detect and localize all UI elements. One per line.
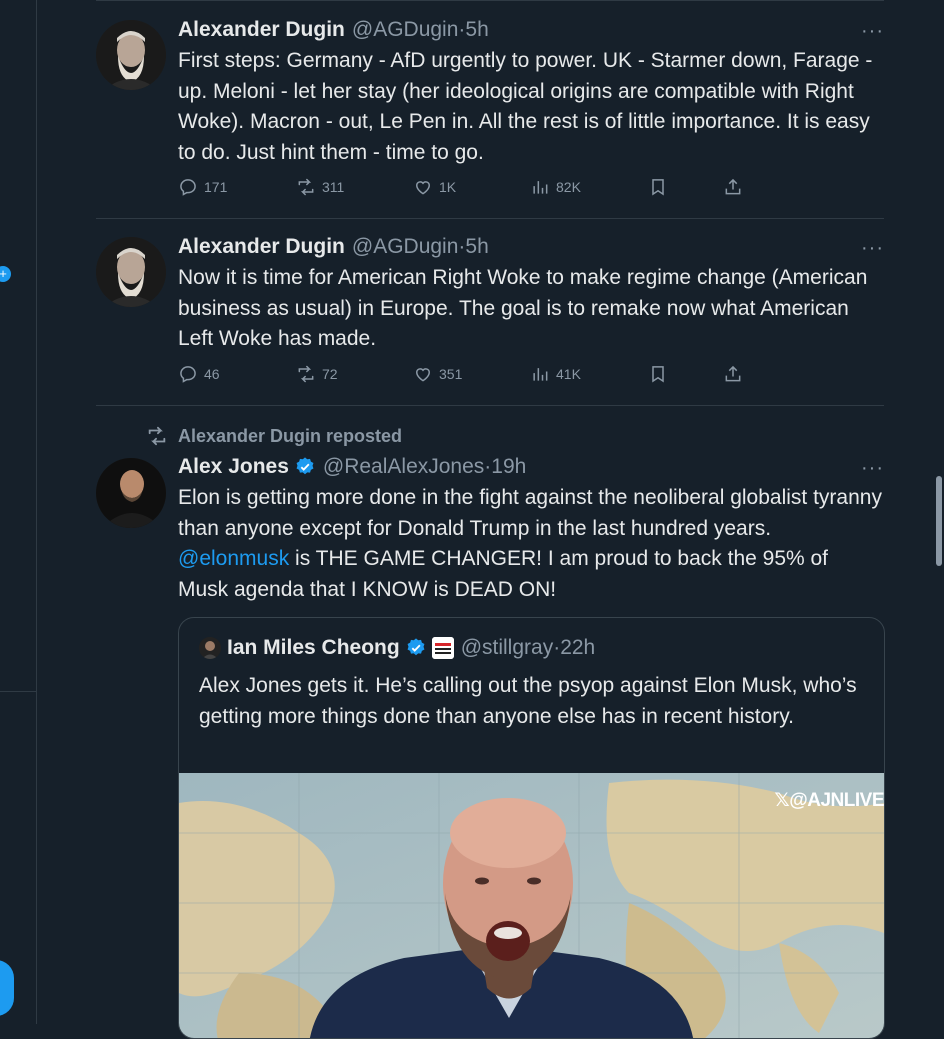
repost-icon (298, 365, 314, 383)
like-count: 351 (439, 366, 463, 382)
tweet[interactable]: Alexander Dugin @AGDugin · 5h ··· Now it… (96, 235, 884, 400)
repost-count: 311 (322, 179, 345, 195)
bookmark-button[interactable] (648, 364, 674, 384)
top-divider (96, 0, 884, 1)
video-frame (179, 773, 884, 1038)
reply-icon (180, 179, 196, 196)
timestamp[interactable]: 5h (465, 18, 488, 42)
bookmark-button[interactable] (648, 177, 674, 197)
repost-icon (298, 178, 314, 196)
repost-count: 72 (322, 366, 338, 382)
timestamp[interactable]: 5h (465, 235, 488, 259)
verified-badge-icon (296, 457, 314, 475)
tweet-divider (96, 405, 884, 406)
tweet-header: Alexander Dugin @AGDugin · 5h (178, 18, 489, 42)
repost-button[interactable]: 72 (296, 364, 338, 384)
reply-count: 46 (204, 366, 220, 382)
repost-button[interactable]: 311 (296, 177, 344, 197)
views-button[interactable]: 41K (530, 364, 581, 384)
author-handle[interactable]: @AGDugin (352, 235, 459, 259)
view-count: 82K (556, 179, 581, 195)
author-name[interactable]: Alexander Dugin (178, 18, 345, 42)
separator-dot: · (458, 18, 466, 41)
verified-badge-icon (407, 638, 425, 656)
separator-dot: · (458, 235, 466, 258)
author-name[interactable]: Ian Miles Cheong (227, 636, 400, 660)
like-count: 1K (439, 179, 457, 195)
tweet-actions: 46 72 351 41K (178, 364, 778, 388)
reply-icon (180, 366, 196, 383)
tweet-divider (96, 218, 884, 219)
tweet-header: Alex Jones @RealAlexJones · 19h (178, 455, 526, 479)
share-icon (725, 178, 741, 195)
avatar[interactable] (199, 637, 221, 659)
timestamp[interactable]: 22h (560, 636, 595, 660)
timestamp[interactable]: 19h (491, 455, 526, 479)
quoted-tweet-header: Ian Miles Cheong @stillgray · 22h (199, 636, 595, 660)
quoted-tweet-text: Alex Jones gets it. He’s calling out the… (199, 674, 857, 728)
repost-label: Alexander Dugin reposted (178, 425, 403, 446)
author-name[interactable]: Alexander Dugin (178, 235, 345, 259)
scrollbar-thumb[interactable] (936, 476, 942, 566)
share-button[interactable] (723, 364, 749, 384)
author-handle[interactable]: @AGDugin (352, 18, 459, 42)
reply-button[interactable]: 171 (178, 177, 227, 197)
bookmark-icon (652, 366, 664, 383)
author-handle[interactable]: @stillgray (461, 636, 554, 660)
quoted-tweet[interactable]: Ian Miles Cheong @stillgray · 22h Alex J… (178, 617, 885, 1039)
reply-button[interactable]: 46 (178, 364, 220, 384)
analytics-icon (533, 181, 548, 194)
reply-count: 171 (204, 179, 228, 195)
mention-link[interactable]: @elonmusk (178, 547, 289, 570)
tweet-actions: 171 311 1K 82K (178, 177, 778, 201)
more-options-icon[interactable]: ··· (861, 237, 884, 260)
tweet[interactable]: Alexander Dugin @AGDugin · 5h ··· First … (96, 18, 884, 213)
author-handle[interactable]: @RealAlexJones (323, 455, 484, 479)
share-icon (725, 365, 741, 382)
tweet[interactable]: Alex Jones @RealAlexJones · 19h ··· Elon… (96, 455, 884, 615)
tweet-text: Now it is time for American Right Woke t… (178, 266, 868, 350)
affiliate-badge-icon (431, 637, 454, 659)
like-button[interactable]: 351 (413, 364, 462, 384)
bookmark-icon (652, 179, 664, 196)
rail-divider (0, 691, 36, 692)
video-watermark: 𝕏@AJNLIVE (774, 790, 884, 811)
avatar[interactable] (96, 20, 166, 90)
separator-dot: · (553, 636, 561, 659)
avatar[interactable] (96, 458, 166, 528)
tweet-text: Elon is getting more done in the fight a… (178, 483, 883, 605)
tweet-text-part: Elon is getting more done in the fight a… (178, 486, 882, 540)
analytics-icon (533, 368, 548, 381)
views-button[interactable]: 82K (530, 177, 581, 197)
like-button[interactable]: 1K (413, 177, 456, 197)
repost-icon (148, 426, 166, 446)
left-navigation-rail (0, 0, 37, 1024)
separator-dot: · (484, 455, 492, 478)
repost-indicator[interactable]: Alexander Dugin reposted (146, 425, 402, 447)
more-options-icon[interactable]: ··· (861, 457, 884, 480)
share-button[interactable] (723, 177, 749, 197)
author-name[interactable]: Alex Jones (178, 455, 289, 479)
tweet-header: Alexander Dugin @AGDugin · 5h (178, 235, 489, 259)
tweet-text: First steps: Germany - AfD urgently to p… (178, 49, 873, 164)
heart-icon (415, 368, 431, 382)
heart-icon (415, 181, 431, 195)
avatar[interactable] (96, 237, 166, 307)
more-options-icon[interactable]: ··· (861, 20, 884, 43)
video-thumbnail[interactable]: 𝕏@AJNLIVE (179, 773, 884, 1038)
view-count: 41K (556, 366, 581, 382)
